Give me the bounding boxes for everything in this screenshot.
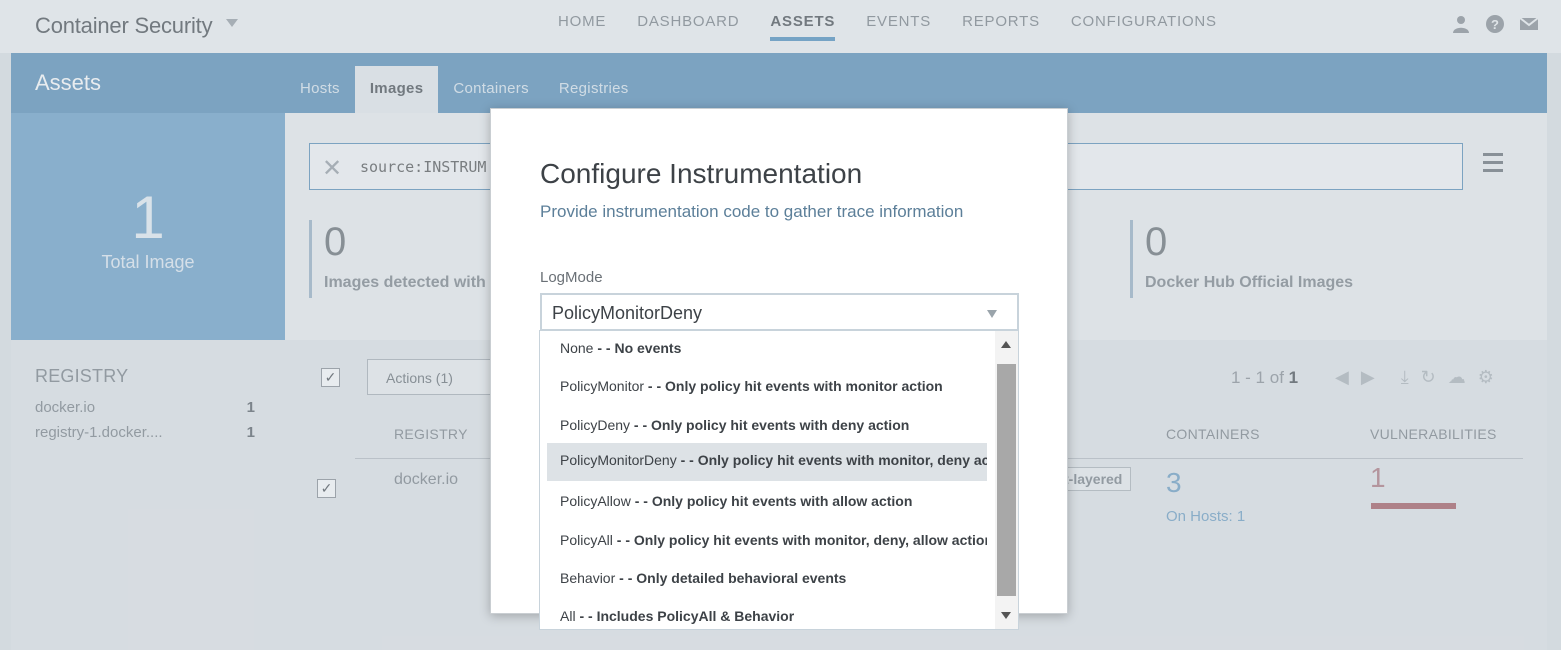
dialog-title: Configure Instrumentation xyxy=(540,158,863,189)
option-name: PolicyMonitor xyxy=(560,378,645,394)
option-separator: - - xyxy=(676,452,698,468)
option-name: PolicyMonitorDeny xyxy=(560,452,677,468)
option-description: Only policy hit events with monitor, den… xyxy=(633,532,987,548)
scroll-up-arrow-icon[interactable] xyxy=(1001,341,1011,348)
option-description: Only policy hit events with allow action xyxy=(651,493,913,509)
option-separator: - - xyxy=(593,340,615,356)
logmode-option-policyallow[interactable]: PolicyAllow - - Only policy hit events w… xyxy=(547,484,987,522)
scrollbar-thumb[interactable] xyxy=(997,364,1016,596)
option-name: None xyxy=(560,340,594,356)
option-description: No events xyxy=(614,340,682,356)
option-separator: - - xyxy=(630,417,652,433)
chevron-down-icon[interactable] xyxy=(987,310,997,318)
option-description: Only policy hit events with monitor acti… xyxy=(665,378,943,394)
logmode-option-policyall[interactable]: PolicyAll - - Only policy hit events wit… xyxy=(547,523,987,561)
option-separator: - - xyxy=(630,493,652,509)
option-name: Behavior xyxy=(560,570,616,586)
option-name: PolicyDeny xyxy=(560,417,631,433)
option-separator: - - xyxy=(644,378,666,394)
dropdown-scrollbar[interactable] xyxy=(995,331,1018,629)
option-separator: - - xyxy=(575,608,597,624)
option-description: Includes PolicyAll & Behavior xyxy=(596,608,795,624)
option-name: PolicyAll xyxy=(560,532,613,548)
option-description: Only policy hit events with deny action xyxy=(651,417,910,433)
logmode-dropdown-list: None - - No events PolicyMonitor - - Onl… xyxy=(539,330,1019,630)
logmode-option-policymonitor[interactable]: PolicyMonitor - - Only policy hit events… xyxy=(547,369,987,407)
logmode-option-all[interactable]: All - - Includes PolicyAll & Behavior xyxy=(547,599,987,629)
dialog-subtitle: Provide instrumentation code to gather t… xyxy=(540,202,964,221)
option-name: PolicyAllow xyxy=(560,493,631,509)
logmode-label: LogMode xyxy=(540,269,603,286)
scroll-down-arrow-icon[interactable] xyxy=(1001,612,1011,619)
option-separator: - - xyxy=(612,532,634,548)
option-description: Only detailed behavioral events xyxy=(636,570,847,586)
logmode-option-none[interactable]: None - - No events xyxy=(547,331,987,369)
logmode-option-policydeny[interactable]: PolicyDeny - - Only policy hit events wi… xyxy=(547,408,987,446)
logmode-option-behavior[interactable]: Behavior - - Only detailed behavioral ev… xyxy=(547,561,987,599)
logmode-option-policymonitordeny[interactable]: PolicyMonitorDeny - - Only policy hit ev… xyxy=(547,443,987,481)
logmode-selected-value: PolicyMonitorDeny xyxy=(552,303,703,323)
option-name: All xyxy=(560,608,576,624)
logmode-select[interactable]: PolicyMonitorDeny xyxy=(540,293,1019,331)
option-description: Only policy hit events with monitor, den… xyxy=(697,452,987,468)
option-separator: - - xyxy=(615,570,637,586)
